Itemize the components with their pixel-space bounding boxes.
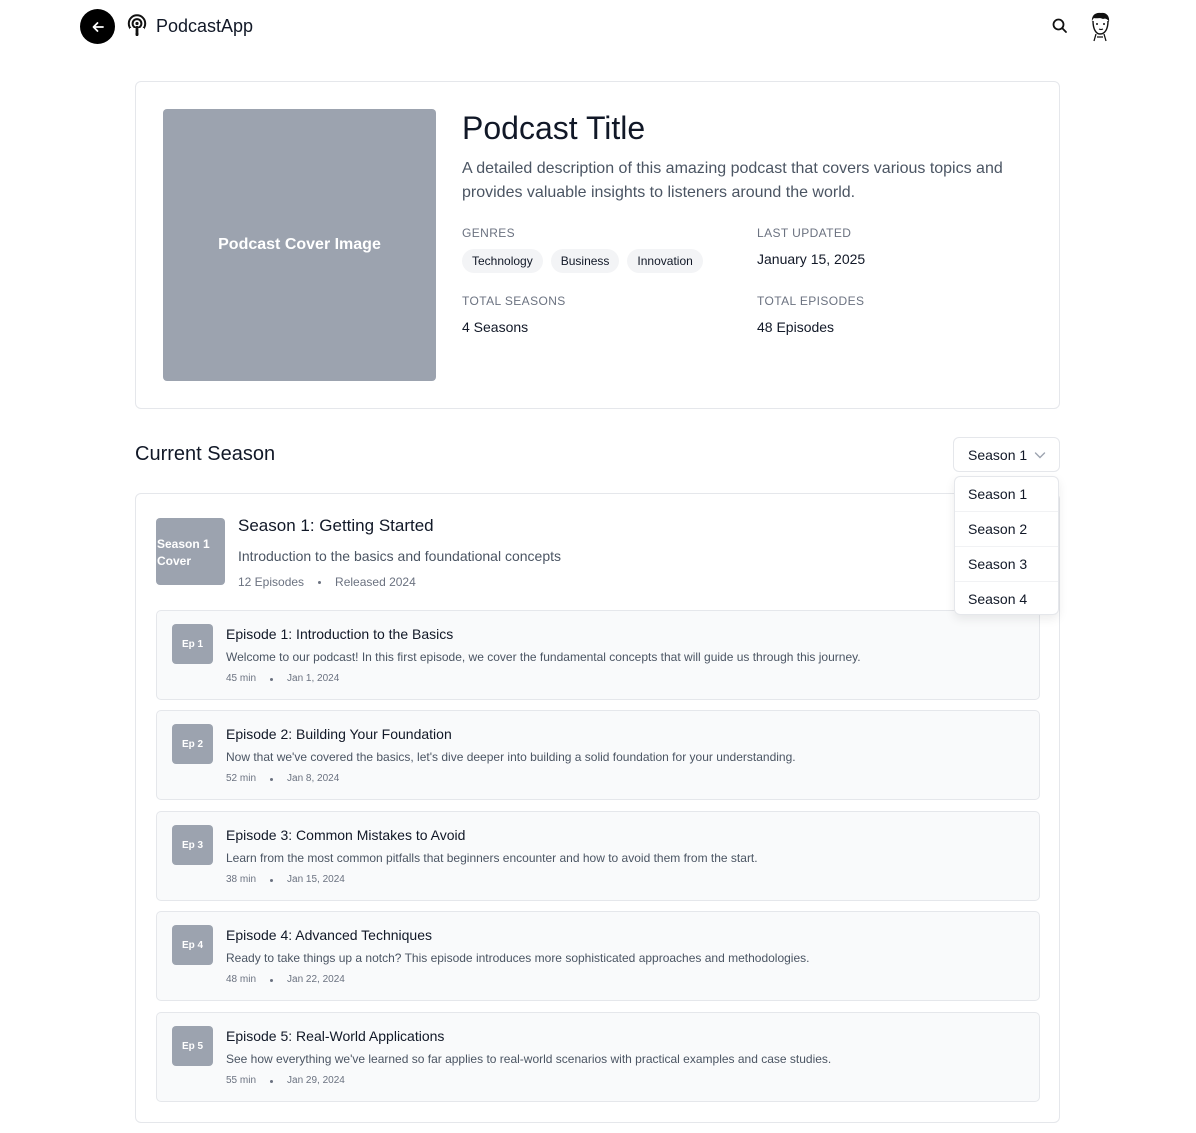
episode-item[interactable]: Ep 5 Episode 5: Real-World Applications … <box>156 1012 1040 1102</box>
podcast-cover-image: Podcast Cover Image <box>163 109 436 381</box>
episode-date: Jan 22, 2024 <box>287 974 345 985</box>
top-bar: PodcastApp <box>0 0 1196 52</box>
episode-thumbnail: Ep 2 <box>172 724 213 764</box>
arrow-left-icon <box>92 21 104 32</box>
season-option[interactable]: Season 2 <box>955 512 1058 547</box>
episode-description: Learn from the most common pitfalls that… <box>226 851 758 865</box>
episode-meta: 38 min Jan 15, 2024 <box>226 873 345 887</box>
episode-item[interactable]: Ep 3 Episode 3: Common Mistakes to Avoid… <box>156 811 1040 901</box>
genre-chip: Innovation <box>627 249 703 273</box>
episode-title: Episode 1: Introduction to the Basics <box>226 626 454 642</box>
episode-meta: 52 min Jan 8, 2024 <box>226 772 339 786</box>
season-select-value: Season 1 <box>968 446 1028 463</box>
episode-title: Episode 4: Advanced Techniques <box>226 927 433 943</box>
season-option[interactable]: Season 1 <box>955 477 1058 512</box>
episode-meta: 55 min Jan 29, 2024 <box>226 1074 345 1088</box>
episode-description: Now that we've covered the basics, let's… <box>226 750 796 764</box>
episode-duration: 48 min <box>226 974 257 985</box>
current-season-heading: Current Season <box>135 443 276 465</box>
back-button[interactable] <box>80 9 115 44</box>
episode-date: Jan 15, 2024 <box>287 874 345 885</box>
separator-dot <box>318 580 322 584</box>
episode-date: Jan 29, 2024 <box>287 1075 345 1086</box>
episode-date: Jan 1, 2024 <box>287 673 340 684</box>
season-meta: 12 Episodes Released 2024 <box>238 574 416 590</box>
chevron-down-icon <box>1034 452 1046 459</box>
season-option[interactable]: Season 4 <box>955 582 1058 617</box>
season-title: Season 1: Getting Started <box>238 516 434 535</box>
episode-description: Ready to take things up a notch? This ep… <box>226 951 810 965</box>
total-seasons-value: 4 Seasons <box>462 319 529 335</box>
separator-dot <box>270 1079 274 1083</box>
episode-date: Jan 8, 2024 <box>287 773 340 784</box>
season-release: Released 2024 <box>335 575 416 589</box>
avatar[interactable] <box>1086 10 1114 42</box>
episode-duration: 52 min <box>226 773 257 784</box>
episode-thumbnail: Ep 4 <box>172 925 213 965</box>
search-icon[interactable] <box>1050 16 1070 36</box>
last-updated-value: January 15, 2025 <box>757 251 866 267</box>
podcast-title: Podcast Title <box>462 110 646 146</box>
app-name: PodcastApp <box>156 16 254 36</box>
season-panel: Season 1 Cover Season 1: Getting Started… <box>135 493 1060 1123</box>
genre-chip: Business <box>550 249 620 273</box>
episode-thumbnail: Ep 1 <box>172 624 213 664</box>
episode-duration: 45 min <box>226 673 257 684</box>
episode-meta: 48 min Jan 22, 2024 <box>226 973 345 987</box>
season-option[interactable]: Season 3 <box>955 547 1058 582</box>
episode-description: Welcome to our podcast! In this first ep… <box>226 650 861 664</box>
separator-dot <box>270 978 274 982</box>
total-seasons-label: Total Seasons <box>462 294 566 308</box>
episode-item[interactable]: Ep 4 Episode 4: Advanced Techniques Read… <box>156 911 1040 1001</box>
separator-dot <box>270 878 274 882</box>
season-select[interactable]: Season 1 <box>953 437 1060 472</box>
episode-title: Episode 5: Real-World Applications <box>226 1028 445 1044</box>
episode-meta: 45 min Jan 1, 2024 <box>226 672 339 686</box>
episode-item[interactable]: Ep 2 Episode 2: Building Your Foundation… <box>156 710 1040 800</box>
season-description: Introduction to the basics and foundatio… <box>238 548 561 564</box>
episode-title: Episode 3: Common Mistakes to Avoid <box>226 827 466 843</box>
episode-thumbnail: Ep 3 <box>172 825 213 865</box>
season-dropdown-menu: Season 1 Season 2 Season 3 Season 4 <box>954 476 1059 615</box>
podcast-details-card: Podcast Cover Image Podcast Title A deta… <box>135 81 1060 409</box>
episode-description: See how everything we've learned so far … <box>226 1052 832 1066</box>
separator-dot <box>270 677 274 681</box>
episode-duration: 55 min <box>226 1075 257 1086</box>
season-episode-count: 12 Episodes <box>238 575 305 589</box>
total-episodes-value: 48 Episodes <box>757 319 835 335</box>
genres-label: Genres <box>462 226 516 240</box>
genre-list: Technology Business Innovation <box>462 249 703 273</box>
episode-item[interactable]: Ep 1 Episode 1: Introduction to the Basi… <box>156 610 1040 700</box>
episode-title: Episode 2: Building Your Foundation <box>226 726 452 742</box>
separator-dot <box>270 777 274 781</box>
total-episodes-label: Total Episodes <box>757 294 865 308</box>
episode-duration: 38 min <box>226 874 257 885</box>
last-updated-label: Last Updated <box>757 226 852 240</box>
episode-thumbnail: Ep 5 <box>172 1026 213 1066</box>
podcast-description: A detailed description of this amazing p… <box>462 160 1003 201</box>
genre-chip: Technology <box>462 249 543 273</box>
season-cover-image: Season 1 Cover <box>156 518 225 585</box>
podcast-logo-icon <box>127 14 147 36</box>
